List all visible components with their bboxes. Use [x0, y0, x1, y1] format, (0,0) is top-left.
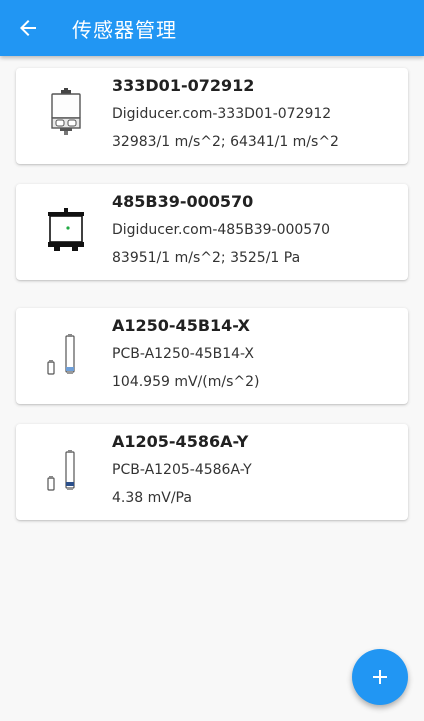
sensor-card-333D01-072912[interactable]: 333D01-072912 Digiducer.com-333D01-07291…: [16, 68, 408, 164]
sensor-sensitivity: 83951/1 m/s^2; 3525/1 Pa: [112, 250, 301, 266]
sensor-sensitivity: 4.38 mV/Pa: [112, 490, 192, 506]
add-sensor-button[interactable]: [352, 649, 408, 705]
sensor-card-485B39-000570[interactable]: 485B39-000570 Digiducer.com-485B39-00057…: [16, 184, 408, 280]
sensor-card-A1205-4586A-Y[interactable]: A1205-4586A-Y PCB-A1205-4586A-Y 4.38 mV/…: [16, 424, 408, 520]
pcb-probe-icon: [47, 334, 75, 375]
sensor-card-A1250-45B14-X[interactable]: A1250-45B14-X PCB-A1250-45B14-X 104.959 …: [16, 308, 408, 404]
plus-icon: [373, 670, 387, 684]
sensor-title: A1205-4586A-Y: [112, 432, 249, 451]
sensor-description: PCB-A1250-45B14-X: [112, 346, 255, 362]
digiducer-black-icon: [48, 208, 84, 251]
app-bar: 传感器管理: [0, 0, 424, 56]
pcb-probe-icon: [47, 450, 75, 491]
sensor-title: 333D01-072912: [112, 76, 255, 95]
sensor-description: PCB-A1205-4586A-Y: [112, 462, 252, 478]
sensor-description: Digiducer.com-333D01-072912: [112, 106, 332, 122]
sensor-description: Digiducer.com-485B39-000570: [112, 222, 331, 238]
page-title: 传感器管理: [72, 17, 177, 42]
digiducer-white-icon: [51, 88, 81, 135]
sensor-title: A1250-45B14-X: [112, 316, 250, 335]
back-button[interactable]: [0, 0, 56, 56]
sensor-sensitivity: 104.959 mV/(m/s^2): [112, 374, 260, 390]
sensor-sensitivity: 32983/1 m/s^2; 64341/1 m/s^2: [112, 134, 339, 150]
sensor-title: 485B39-000570: [112, 192, 254, 211]
arrow-back-icon: [20, 20, 36, 36]
